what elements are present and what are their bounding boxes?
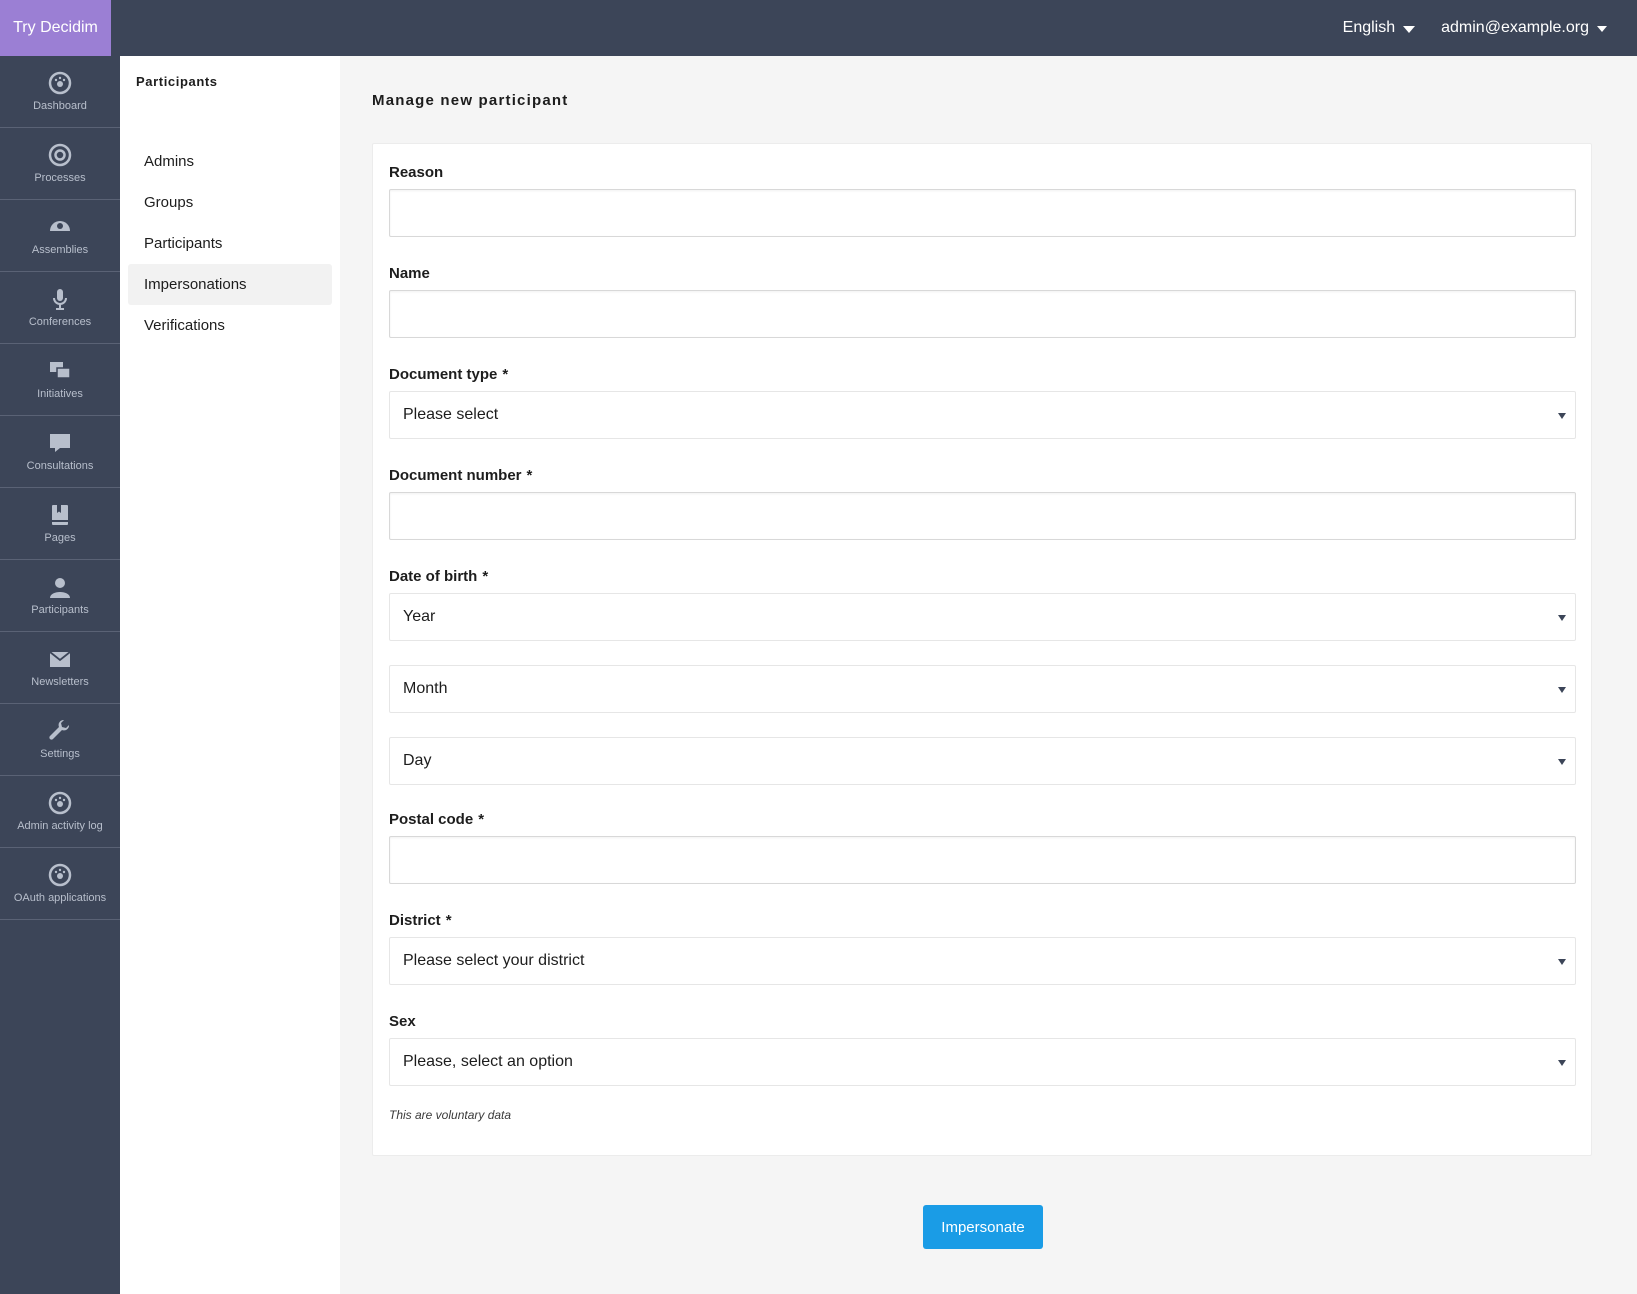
chevron-down-icon <box>1558 1060 1566 1066</box>
envelope-icon <box>49 651 71 667</box>
main-content: Manage new participant Reason Name Docum… <box>340 56 1637 1294</box>
impersonation-form: Reason Name Document type * Please select… <box>372 143 1592 1156</box>
document-number-field-group: Document number * <box>389 467 1576 540</box>
chevron-down-icon <box>1403 25 1416 33</box>
sidebar-item-consultations[interactable]: Consultations <box>0 416 120 488</box>
sidebar-item-initiatives[interactable]: Initiatives <box>0 344 120 416</box>
subnav-item-groups[interactable]: Groups <box>128 182 332 223</box>
birth-month-selected: Month <box>403 680 448 697</box>
reason-field-group: Reason <box>389 164 1576 237</box>
user-email: admin@example.org <box>1441 19 1589 36</box>
date-of-birth-field-group: Date of birth * Year Month Day <box>389 568 1576 785</box>
language-label: English <box>1342 19 1396 36</box>
sidebar-item-label: Dashboard <box>33 100 87 112</box>
sidebar-item-label: Conferences <box>28 316 92 328</box>
secondary-nav: Participants Admins Groups Participants … <box>120 56 340 1294</box>
district-selected: Please select your district <box>403 952 585 969</box>
sidebar-item-label: Consultations <box>26 460 94 472</box>
sidebar-item-assemblies[interactable]: Assemblies <box>0 200 120 272</box>
sidebar-item-newsletters[interactable]: Newsletters <box>0 632 120 704</box>
chevron-down-icon <box>1558 413 1566 419</box>
person-icon <box>50 578 70 598</box>
chevron-down-icon <box>1558 959 1566 965</box>
dashboard-icon <box>48 863 72 887</box>
birth-day-selected: Day <box>403 752 432 769</box>
document-type-selected: Please select <box>403 406 499 423</box>
sidebar-item-processes[interactable]: Processes <box>0 128 120 200</box>
dashboard-icon <box>48 791 72 815</box>
top-bar-right: English admin@example.org <box>1343 0 1637 56</box>
document-number-input[interactable] <box>389 492 1576 540</box>
district-field-group: District * Please select your district <box>389 912 1576 985</box>
sex-selected: Please, select an option <box>403 1053 573 1070</box>
main-sidebar: Dashboard Processes Assemblies Conferenc… <box>0 56 120 1294</box>
sidebar-item-pages[interactable]: Pages <box>0 488 120 560</box>
microphone-icon <box>53 289 67 310</box>
sidebar-item-admin-activity-log[interactable]: Admin activity log <box>0 776 120 848</box>
chevron-down-icon <box>1558 615 1566 621</box>
impersonate-button[interactable]: Impersonate <box>923 1205 1043 1249</box>
sidebar-item-dashboard[interactable]: Dashboard <box>0 56 120 128</box>
voluntary-data-note: This are voluntary data <box>389 1108 512 1122</box>
sidebar-item-label: Admin activity log <box>17 820 103 832</box>
sidebar-item-label: Newsletters <box>31 676 89 688</box>
name-label: Name <box>389 265 430 282</box>
document-type-field-group: Document type * Please select <box>389 366 1576 439</box>
subnav-item-participants[interactable]: Participants <box>128 223 332 264</box>
postal-code-input[interactable] <box>389 836 1576 884</box>
dashboard-icon <box>48 71 72 95</box>
birth-day-select[interactable]: Day <box>389 737 1576 785</box>
sidebar-item-label: Participants <box>31 604 89 616</box>
subnav-item-impersonations[interactable]: Impersonations <box>128 264 332 305</box>
sidebar-item-label: Initiatives <box>37 388 83 400</box>
name-input[interactable] <box>389 290 1576 338</box>
chevron-down-icon <box>1597 26 1607 32</box>
date-of-birth-label: Date of birth * <box>389 568 489 585</box>
document-number-label: Document number * <box>389 467 533 484</box>
subnav-item-admins[interactable]: Admins <box>128 141 332 182</box>
page-title: Manage new participant <box>372 92 569 109</box>
name-field-group: Name <box>389 265 1576 338</box>
language-dropdown[interactable]: English <box>1342 19 1416 37</box>
brand-link[interactable]: Try Decidim <box>0 0 111 56</box>
speech-bubble-icon <box>50 434 70 452</box>
sex-field-group: Sex Please, select an option <box>389 1013 1576 1086</box>
chevron-down-icon <box>1558 687 1566 693</box>
book-icon <box>52 505 68 525</box>
processes-icon <box>48 143 72 167</box>
district-select[interactable]: Please select your district <box>389 937 1576 985</box>
sidebar-item-label: Processes <box>34 172 86 184</box>
sidebar-item-participants[interactable]: Participants <box>0 560 120 632</box>
secondary-nav-title: Participants <box>136 74 218 89</box>
sidebar-item-settings[interactable]: Settings <box>0 704 120 776</box>
top-bar: Try Decidim English admin@example.org <box>0 0 1637 56</box>
sex-label: Sex <box>389 1013 416 1030</box>
sidebar-item-label: Pages <box>44 532 76 544</box>
reason-label: Reason <box>389 164 444 181</box>
birth-year-selected: Year <box>403 608 436 625</box>
sidebar-item-oauth-applications[interactable]: OAuth applications <box>0 848 120 920</box>
sidebar-item-label: Assemblies <box>31 244 89 256</box>
birth-month-select[interactable]: Month <box>389 665 1576 713</box>
postal-code-field-group: Postal code * <box>389 811 1576 884</box>
document-type-label: Document type * <box>389 366 509 383</box>
birth-year-select[interactable]: Year <box>389 593 1576 641</box>
subnav-item-verifications[interactable]: Verifications <box>128 305 332 346</box>
postal-code-label: Postal code * <box>389 811 485 828</box>
user-menu-dropdown[interactable]: admin@example.org <box>1441 19 1607 37</box>
wrench-icon <box>49 719 70 740</box>
sidebar-item-label: Settings <box>40 748 80 760</box>
reason-input[interactable] <box>389 189 1576 237</box>
chat-bubbles-icon <box>50 362 71 379</box>
sidebar-item-label: OAuth applications <box>13 892 107 904</box>
district-label: District * <box>389 912 452 929</box>
chevron-down-icon <box>1558 759 1566 765</box>
assemblies-icon <box>50 221 70 231</box>
sex-select[interactable]: Please, select an option <box>389 1038 1576 1086</box>
document-type-select[interactable]: Please select <box>389 391 1576 439</box>
sidebar-item-conferences[interactable]: Conferences <box>0 272 120 344</box>
secondary-nav-list: Admins Groups Participants Impersonation… <box>128 141 332 346</box>
